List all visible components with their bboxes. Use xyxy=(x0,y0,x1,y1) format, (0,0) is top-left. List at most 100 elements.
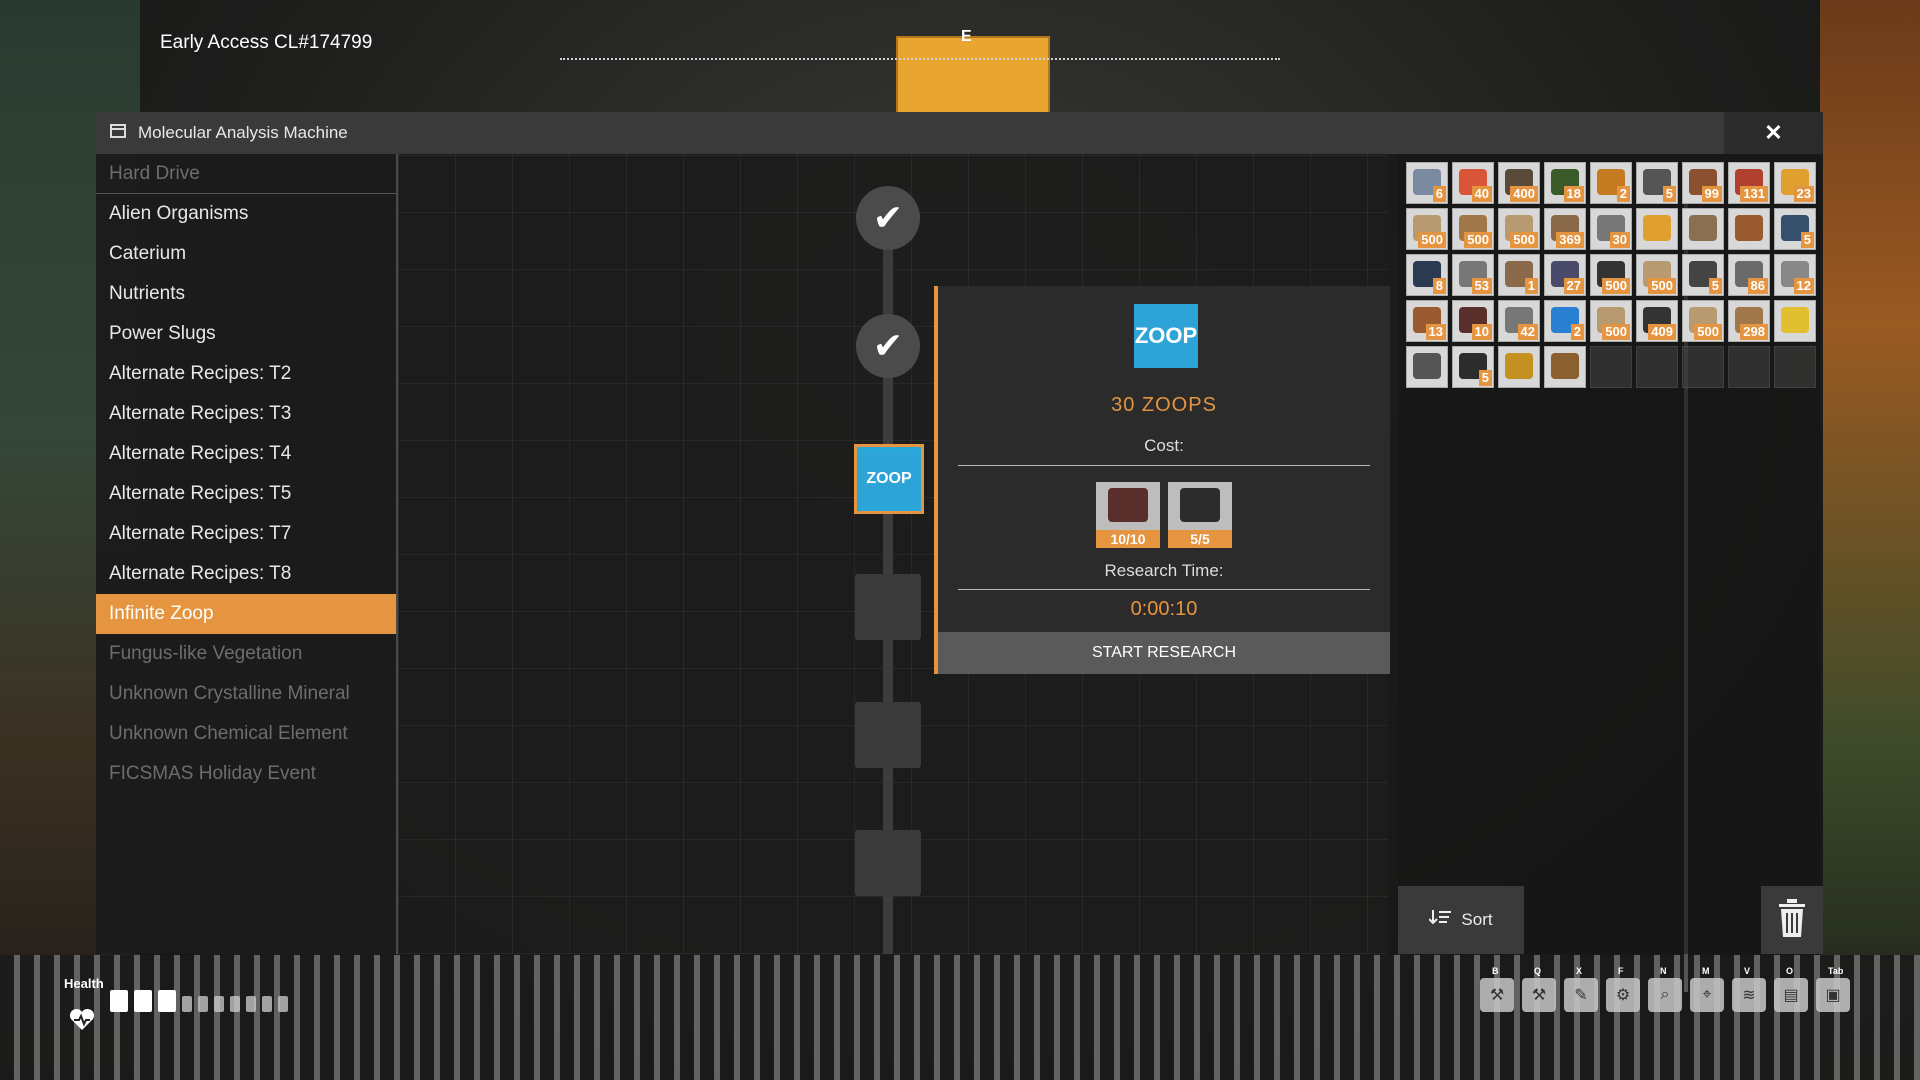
category-item[interactable]: Alternate Recipes: T7 xyxy=(96,514,396,554)
inventory-slot-filled[interactable] xyxy=(1544,346,1586,388)
health-segment xyxy=(198,996,208,1012)
hammer-icon[interactable]: Q ⚒ xyxy=(1522,966,1556,1012)
hotbar-toolbar: B ⚒ Q ⚒ X ✎ F ⚙ N ⌕ M ⌖ V ≋ O ▤ Tab ▣ xyxy=(1480,966,1850,1012)
category-item[interactable]: Unknown Chemical Element xyxy=(96,714,396,754)
inventory-slot-filled[interactable]: 8 xyxy=(1406,254,1448,296)
locked-node[interactable] xyxy=(855,574,921,640)
inventory-slot-empty[interactable] xyxy=(1728,346,1770,388)
inventory-slot-filled[interactable]: 30 xyxy=(1590,208,1632,250)
inventory-slot-filled[interactable]: 99 xyxy=(1682,162,1724,204)
inventory-slot-filled[interactable]: 13 xyxy=(1406,300,1448,342)
inventory-slot-filled[interactable]: 5 xyxy=(1452,346,1494,388)
trash-button[interactable] xyxy=(1761,886,1823,954)
scanner-icon[interactable]: N ⌕ xyxy=(1648,966,1682,1012)
inventory-slot-filled[interactable]: 131 xyxy=(1728,162,1770,204)
scene-floor-grate xyxy=(0,955,1920,1080)
item-quantity: 10 xyxy=(1471,324,1492,340)
category-item[interactable]: Hard Drive xyxy=(96,154,396,194)
inventory-slot-filled[interactable]: 23 xyxy=(1774,162,1816,204)
sort-button[interactable]: Sort xyxy=(1398,886,1524,954)
inventory-slot-filled[interactable] xyxy=(1774,300,1816,342)
start-research-button[interactable]: START RESEARCH xyxy=(938,632,1390,674)
build-gun-icon[interactable]: B ⚒ xyxy=(1480,966,1514,1012)
inventory-slot-filled[interactable]: 5 xyxy=(1636,162,1678,204)
item-quantity: 400 xyxy=(1510,186,1538,202)
cost-items: 10/10 5/5 xyxy=(938,482,1390,548)
inventory-slot-filled[interactable]: 500 xyxy=(1498,208,1540,250)
inventory-slot-filled[interactable] xyxy=(1636,208,1678,250)
inventory-slot-filled[interactable]: 86 xyxy=(1728,254,1770,296)
inventory-icon[interactable]: Tab ▣ xyxy=(1816,966,1850,1012)
inventory-slot-filled[interactable]: 40 xyxy=(1452,162,1494,204)
inventory-slot-filled[interactable]: 53 xyxy=(1452,254,1494,296)
item-quantity: 30 xyxy=(1609,232,1630,248)
locked-node[interactable] xyxy=(855,830,921,896)
item-icon xyxy=(1689,215,1717,241)
inventory-slot-filled[interactable] xyxy=(1498,346,1540,388)
inventory-slot-filled[interactable]: 6 xyxy=(1406,162,1448,204)
category-item[interactable]: Fungus-like Vegetation xyxy=(96,634,396,674)
hotkey-label: N xyxy=(1660,966,1667,976)
scene-backdrop-right xyxy=(1820,0,1920,1080)
inventory-slot-filled[interactable]: 27 xyxy=(1544,254,1586,296)
inventory-slot-filled[interactable]: 2 xyxy=(1544,300,1586,342)
category-item[interactable]: Unknown Crystalline Mineral xyxy=(96,674,396,714)
category-item[interactable]: Caterium xyxy=(96,234,396,274)
inventory-slot-filled[interactable]: 1 xyxy=(1498,254,1540,296)
category-item[interactable]: Infinite Zoop xyxy=(96,594,396,634)
item-icon xyxy=(1505,353,1533,379)
inventory-slot-filled[interactable]: 500 xyxy=(1682,300,1724,342)
close-button[interactable]: ✕ xyxy=(1724,112,1823,154)
inventory-slot-filled[interactable]: 409 xyxy=(1636,300,1678,342)
category-item[interactable]: FICSMAS Holiday Event xyxy=(96,754,396,794)
build-version-label: Early Access CL#174799 xyxy=(160,32,373,53)
inventory-slot-filled[interactable]: 5 xyxy=(1774,208,1816,250)
inventory-slot-empty[interactable] xyxy=(1682,346,1724,388)
trash-icon xyxy=(1777,898,1807,943)
item-quantity: 5 xyxy=(1800,232,1814,248)
inventory-slot-filled[interactable]: 298 xyxy=(1728,300,1770,342)
inventory-slot-filled[interactable]: 12 xyxy=(1774,254,1816,296)
map-icon[interactable]: M ⌖ xyxy=(1690,966,1724,1012)
item-quantity: 12 xyxy=(1793,278,1814,294)
inventory-slot-filled[interactable]: 500 xyxy=(1590,254,1632,296)
inventory-slot-filled[interactable]: 500 xyxy=(1590,300,1632,342)
inventory-slot-filled[interactable] xyxy=(1682,208,1724,250)
item-icon xyxy=(1781,307,1809,333)
inventory-slot-filled[interactable]: 2 xyxy=(1590,162,1632,204)
inventory-slot-empty[interactable] xyxy=(1774,346,1816,388)
category-item[interactable]: Alternate Recipes: T4 xyxy=(96,434,396,474)
inventory-slot-filled[interactable]: 500 xyxy=(1406,208,1448,250)
inventory-slot-empty[interactable] xyxy=(1636,346,1678,388)
completed-node-checkmark-icon[interactable]: ✔ xyxy=(856,314,920,378)
brush-icon[interactable]: X ✎ xyxy=(1564,966,1598,1012)
inventory-slot-filled[interactable] xyxy=(1406,346,1448,388)
inventory-slot-filled[interactable]: 10 xyxy=(1452,300,1494,342)
inventory-slot-filled[interactable]: 500 xyxy=(1452,208,1494,250)
inventory-slot-filled[interactable] xyxy=(1728,208,1770,250)
category-item[interactable]: Power Slugs xyxy=(96,314,396,354)
category-item[interactable]: Alternate Recipes: T8 xyxy=(96,554,396,594)
codex-icon[interactable]: O ▤ xyxy=(1774,966,1808,1012)
item-quantity: 131 xyxy=(1740,186,1768,202)
category-item[interactable]: Nutrients xyxy=(96,274,396,314)
wifi-icon[interactable]: V ≋ xyxy=(1732,966,1766,1012)
inventory-slot-filled[interactable]: 500 xyxy=(1636,254,1678,296)
inventory-slot-empty[interactable] xyxy=(1590,346,1632,388)
completed-node-checkmark-icon[interactable]: ✔ xyxy=(856,186,920,250)
inventory-slot-filled[interactable]: 5 xyxy=(1682,254,1724,296)
dismantle-icon[interactable]: F ⚙ xyxy=(1606,966,1640,1012)
category-item[interactable]: Alternate Recipes: T5 xyxy=(96,474,396,514)
locked-node[interactable] xyxy=(855,702,921,768)
category-item[interactable]: Alternate Recipes: T3 xyxy=(96,394,396,434)
hotkey-label: Q xyxy=(1534,966,1542,976)
current-research-node[interactable]: ZOOP xyxy=(854,444,924,514)
inventory-slot-filled[interactable]: 369 xyxy=(1544,208,1586,250)
inventory-slot-filled[interactable]: 400 xyxy=(1498,162,1540,204)
item-quantity: 42 xyxy=(1517,324,1538,340)
window-title: Molecular Analysis Machine xyxy=(138,123,348,142)
category-item[interactable]: Alien Organisms xyxy=(96,194,396,234)
inventory-slot-filled[interactable]: 42 xyxy=(1498,300,1540,342)
category-item[interactable]: Alternate Recipes: T2 xyxy=(96,354,396,394)
inventory-slot-filled[interactable]: 18 xyxy=(1544,162,1586,204)
